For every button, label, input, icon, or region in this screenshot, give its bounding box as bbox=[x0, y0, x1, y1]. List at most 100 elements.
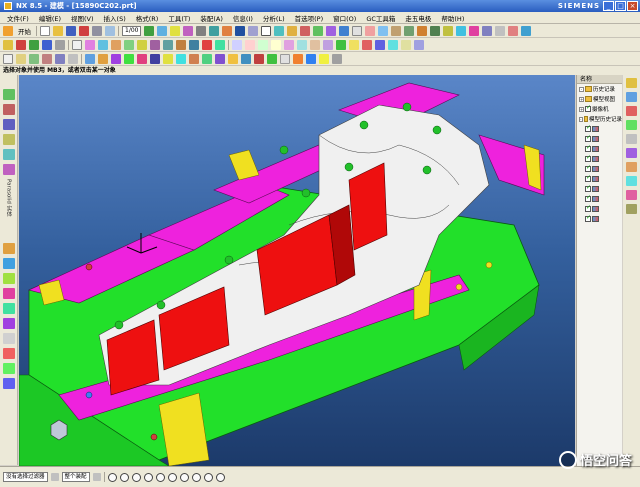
sew-icon[interactable] bbox=[163, 39, 173, 50]
assembly-scope-combo[interactable]: 整个装配 bbox=[61, 472, 90, 482]
snap-bounded-icon[interactable] bbox=[215, 472, 225, 482]
left-tool-8-icon[interactable] bbox=[2, 258, 15, 269]
vector-icon[interactable] bbox=[29, 39, 39, 50]
inference-icon[interactable] bbox=[98, 53, 108, 64]
reuse-library-icon[interactable] bbox=[626, 106, 637, 116]
expand-icon[interactable]: - bbox=[579, 116, 583, 122]
section-view-icon[interactable] bbox=[189, 53, 199, 64]
menu-window[interactable]: 窗口(O) bbox=[328, 13, 361, 23]
blend-icon[interactable] bbox=[365, 25, 376, 36]
draft-icon[interactable] bbox=[202, 39, 212, 50]
plane-icon[interactable] bbox=[42, 39, 52, 50]
left-tool-1-icon[interactable] bbox=[2, 89, 15, 100]
mid-point-icon[interactable] bbox=[55, 53, 65, 64]
point-icon[interactable] bbox=[16, 39, 26, 50]
left-tool-11-icon[interactable] bbox=[2, 303, 15, 314]
history-icon[interactable] bbox=[626, 148, 637, 158]
help-icon[interactable] bbox=[521, 25, 532, 36]
menu-insert[interactable]: 插入(S) bbox=[99, 13, 131, 23]
snap-icon[interactable] bbox=[3, 39, 13, 50]
swept-icon[interactable] bbox=[111, 39, 121, 50]
menu-preferences[interactable]: 首选项(P) bbox=[290, 13, 329, 23]
delete-face-icon[interactable] bbox=[245, 39, 255, 50]
left-tool-12-icon[interactable] bbox=[2, 318, 15, 329]
face-color-icon[interactable] bbox=[215, 53, 225, 64]
dropdown-arrow-icon[interactable] bbox=[92, 473, 101, 481]
web-browser-icon[interactable] bbox=[626, 134, 637, 144]
menu-format[interactable]: 格式(R) bbox=[131, 13, 164, 23]
surface-icon[interactable] bbox=[85, 39, 95, 50]
copy-icon[interactable] bbox=[92, 25, 102, 36]
expand-icon[interactable]: - bbox=[579, 86, 584, 92]
unite-icon[interactable] bbox=[417, 25, 428, 36]
visibility-checkbox[interactable] bbox=[585, 174, 591, 182]
slider-icon[interactable] bbox=[414, 39, 424, 50]
snap-on-face-icon[interactable] bbox=[203, 472, 213, 482]
settings-icon[interactable] bbox=[332, 53, 342, 64]
menu-electrode[interactable]: 走五电极 bbox=[400, 13, 436, 23]
left-tool-16-icon[interactable] bbox=[2, 378, 15, 389]
electrode-icon[interactable] bbox=[336, 39, 346, 50]
pattern-face-icon[interactable] bbox=[297, 39, 307, 50]
spline-icon[interactable] bbox=[274, 25, 285, 36]
extrude-icon[interactable] bbox=[287, 25, 298, 36]
menu-view[interactable]: 视图(V) bbox=[66, 13, 99, 23]
process-studio-icon[interactable] bbox=[626, 176, 637, 186]
nav-row-feature[interactable] bbox=[577, 194, 622, 204]
select-all-icon[interactable] bbox=[124, 53, 134, 64]
pocket-icon[interactable] bbox=[339, 25, 350, 36]
background-icon[interactable] bbox=[176, 53, 186, 64]
update-icon[interactable] bbox=[280, 53, 290, 64]
left-tool-10-icon[interactable] bbox=[2, 288, 15, 299]
start-button[interactable]: 开始 bbox=[16, 26, 33, 36]
extract-icon[interactable] bbox=[189, 39, 199, 50]
nav-row-feature[interactable] bbox=[577, 124, 622, 134]
left-tool-14-icon[interactable] bbox=[2, 348, 15, 359]
left-tool-15-icon[interactable] bbox=[2, 363, 15, 374]
snap-existing-icon[interactable] bbox=[179, 472, 189, 482]
menu-tools[interactable]: 工具(T) bbox=[163, 13, 195, 23]
save-icon[interactable] bbox=[66, 25, 76, 36]
palette-icon[interactable] bbox=[626, 204, 637, 214]
menu-help[interactable]: 帮助(H) bbox=[436, 13, 469, 23]
replace-face-icon[interactable] bbox=[258, 39, 268, 50]
left-tool-9-icon[interactable] bbox=[2, 273, 15, 284]
visibility-checkbox[interactable] bbox=[585, 214, 591, 222]
menu-gc-toolkit[interactable]: GC工具箱 bbox=[361, 13, 400, 23]
quick-pick-icon[interactable] bbox=[85, 53, 95, 64]
minimize-button[interactable]: _ bbox=[603, 1, 614, 11]
revolve-icon[interactable] bbox=[300, 25, 311, 36]
warning-icon[interactable] bbox=[319, 53, 329, 64]
analysis-icon[interactable] bbox=[469, 25, 480, 36]
offset-region-icon[interactable] bbox=[271, 39, 281, 50]
type-filter-combo[interactable]: 没有选择过滤器 bbox=[3, 472, 48, 482]
offset-surface-icon[interactable] bbox=[150, 39, 160, 50]
bounded-plane-icon[interactable] bbox=[137, 39, 147, 50]
left-tool-4-icon[interactable] bbox=[2, 134, 15, 145]
hd3d-icon[interactable] bbox=[626, 120, 637, 130]
nav-row-cameras[interactable]: + 摄像机 bbox=[577, 104, 622, 114]
paste-icon[interactable] bbox=[105, 25, 115, 36]
hide-icon[interactable] bbox=[495, 25, 506, 36]
edge-color-icon[interactable] bbox=[202, 53, 212, 64]
expand-icon[interactable]: + bbox=[579, 106, 584, 112]
lighting-icon[interactable] bbox=[163, 53, 173, 64]
shaded-icon[interactable] bbox=[196, 25, 207, 36]
redo-icon[interactable] bbox=[267, 53, 277, 64]
nav-row-feature[interactable] bbox=[577, 174, 622, 184]
thicken-icon[interactable] bbox=[176, 39, 186, 50]
split-body-icon[interactable] bbox=[215, 39, 225, 50]
wireframe-icon[interactable] bbox=[209, 25, 220, 36]
trim-icon[interactable] bbox=[404, 25, 415, 36]
snap-control-icon[interactable] bbox=[131, 472, 141, 482]
snap-quadrant-icon[interactable] bbox=[167, 472, 177, 482]
shell-icon[interactable] bbox=[391, 25, 402, 36]
menu-info[interactable]: 信息(I) bbox=[228, 13, 258, 23]
subtract-icon[interactable] bbox=[430, 25, 441, 36]
snap-center-icon[interactable] bbox=[155, 472, 165, 482]
menu-edit[interactable]: 编辑(E) bbox=[34, 13, 66, 23]
mirror-icon[interactable] bbox=[310, 39, 320, 50]
dropdown-arrow-icon[interactable] bbox=[50, 473, 59, 481]
resize-blend-icon[interactable] bbox=[284, 39, 294, 50]
nav-row-feature[interactable] bbox=[577, 204, 622, 214]
